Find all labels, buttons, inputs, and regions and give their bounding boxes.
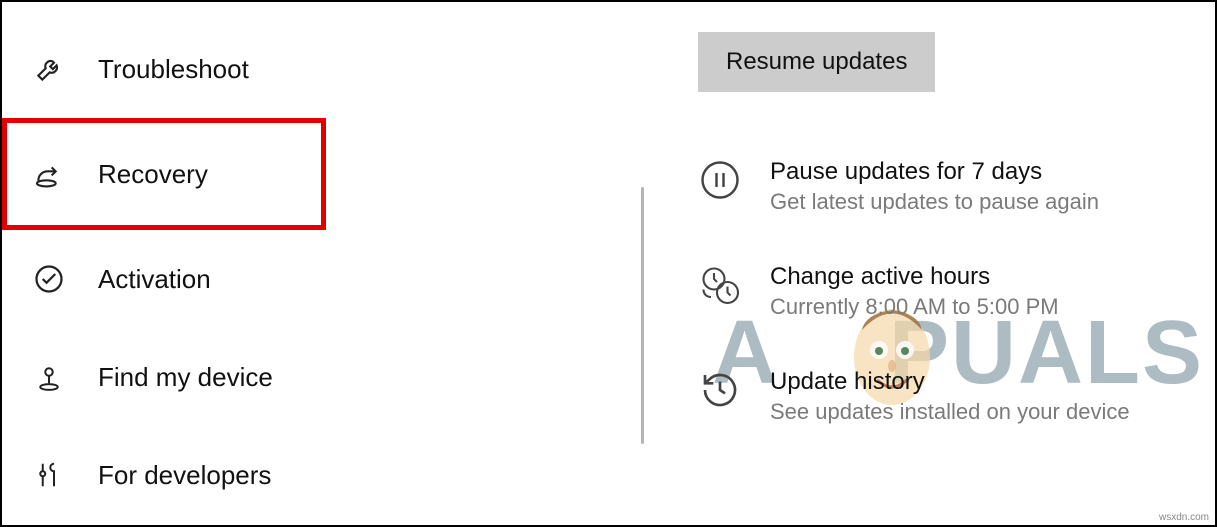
sidebar-item-label: Troubleshoot [98, 54, 249, 85]
option-subtitle: Currently 8:00 AM to 5:00 PM [770, 292, 1059, 322]
option-title: Pause updates for 7 days [770, 156, 1099, 187]
tools-icon [32, 458, 66, 492]
option-subtitle: Get latest updates to pause again [770, 187, 1099, 217]
sidebar-item-recovery[interactable]: Recovery [2, 118, 326, 230]
option-change-active-hours[interactable]: Change active hours Currently 8:00 AM to… [698, 261, 1195, 322]
sidebar-item-label: Recovery [98, 159, 208, 190]
resume-updates-button[interactable]: Resume updates [698, 32, 935, 92]
option-text: Pause updates for 7 days Get latest upda… [770, 156, 1099, 217]
sidebar-item-find-my-device[interactable]: Find my device [2, 328, 642, 426]
sidebar-item-for-developers[interactable]: For developers [2, 426, 642, 524]
settings-sidebar: Troubleshoot Recovery Activation [2, 2, 642, 525]
sidebar-item-label: Find my device [98, 362, 273, 393]
location-pin-icon [32, 360, 66, 394]
option-title: Change active hours [770, 261, 1059, 292]
recovery-icon [32, 157, 66, 191]
option-text: Update history See updates installed on … [770, 366, 1130, 427]
attribution-text: wsxdn.com [1159, 512, 1209, 523]
history-icon [698, 368, 742, 412]
checkmark-circle-icon [32, 262, 66, 296]
wrench-icon [32, 52, 66, 86]
active-hours-icon [698, 263, 742, 307]
sidebar-item-label: For developers [98, 460, 271, 491]
sidebar-item-activation[interactable]: Activation [2, 230, 642, 328]
option-subtitle: See updates installed on your device [770, 397, 1130, 427]
option-text: Change active hours Currently 8:00 AM to… [770, 261, 1059, 322]
option-title: Update history [770, 366, 1130, 397]
sidebar-item-label: Activation [98, 264, 211, 295]
option-pause-updates[interactable]: Pause updates for 7 days Get latest upda… [698, 156, 1195, 217]
option-update-history[interactable]: Update history See updates installed on … [698, 366, 1195, 427]
main-panel: Resume updates Pause updates for 7 days … [642, 2, 1215, 525]
sidebar-item-troubleshoot[interactable]: Troubleshoot [2, 20, 642, 118]
pause-circle-icon [698, 158, 742, 202]
scrollbar[interactable] [641, 187, 644, 444]
